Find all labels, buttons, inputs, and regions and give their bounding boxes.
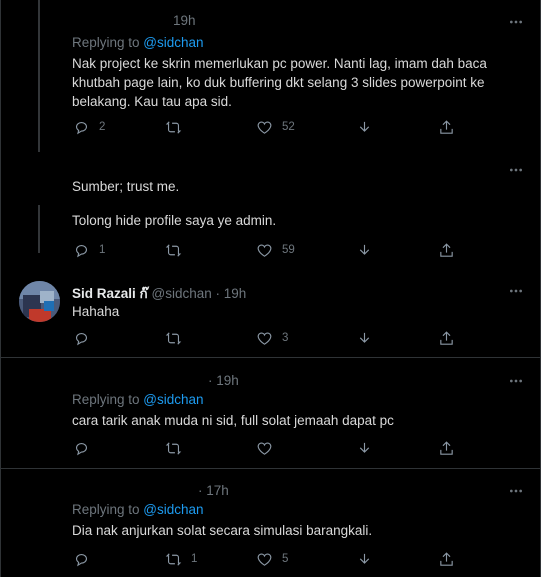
reply-icon: [75, 121, 87, 134]
retweet-count: 1: [191, 553, 198, 565]
like-icon: [257, 121, 272, 134]
like-count: 5: [282, 553, 289, 565]
tweet[interactable]: · 19h Replying to @sidchan cara tarik an…: [1, 358, 540, 468]
retweet-button[interactable]: [165, 238, 191, 262]
tweet[interactable]: 19h Replying to @sidchan Nak project ke …: [1, 0, 540, 160]
replying-handle-link[interactable]: @sidchan: [143, 502, 203, 517]
like-count: 52: [282, 121, 295, 133]
replying-handle-link[interactable]: @sidchan: [143, 35, 203, 50]
replying-label: Replying to: [72, 35, 144, 50]
reply-icon: [75, 553, 87, 566]
like-button[interactable]: 52: [256, 115, 295, 139]
reply-button[interactable]: [73, 436, 99, 460]
handle-time: @sidchan · 19h: [151, 286, 247, 301]
reply-count: 1: [99, 244, 106, 256]
like-button[interactable]: 59: [256, 238, 295, 262]
download-button[interactable]: [356, 326, 373, 350]
tweet-actions: 2 52: [63, 115, 463, 139]
share-button[interactable]: [438, 326, 455, 350]
reply-button[interactable]: 2: [73, 115, 105, 139]
replying-handle-link[interactable]: @sidchan: [143, 392, 203, 407]
more-icon[interactable]: [508, 373, 524, 389]
download-button[interactable]: [356, 115, 373, 139]
tweet-text: cara tarik anak muda ni sid, full solat …: [72, 413, 394, 428]
retweet-icon: [165, 331, 182, 345]
share-icon: [440, 440, 453, 455]
tweet-actions: 1 59: [63, 238, 463, 262]
more-icon[interactable]: [508, 283, 524, 299]
like-icon: [257, 332, 272, 345]
tweet-text: Dia nak anjurkan solat secara simulasi b…: [72, 523, 373, 538]
like-icon: [257, 553, 272, 566]
tweet-header: Sid Razali ก๊ @sidchan · 19h: [72, 282, 246, 304]
download-button[interactable]: [356, 436, 373, 460]
tweet[interactable]: · 17h Replying to @sidchan Dia nak anjur…: [1, 469, 540, 577]
retweet-button[interactable]: 1: [165, 547, 197, 571]
replying-to: Replying to @sidchan: [72, 35, 204, 50]
share-icon: [440, 242, 453, 257]
share-button[interactable]: [438, 547, 455, 571]
reply-button[interactable]: [73, 547, 99, 571]
replying-to: Replying to @sidchan: [72, 502, 204, 517]
share-button[interactable]: [438, 436, 455, 460]
reply-button[interactable]: 1: [73, 238, 105, 262]
download-button[interactable]: [356, 238, 373, 262]
share-icon: [440, 119, 453, 134]
retweet-button[interactable]: [165, 326, 191, 350]
download-icon: [359, 244, 370, 255]
like-count: 59: [282, 244, 295, 256]
reply-count: 2: [99, 121, 106, 133]
share-icon: [440, 551, 453, 566]
tweet-text-line: Sumber; trust me.: [72, 179, 180, 194]
display-name[interactable]: Sid Razali: [72, 286, 136, 301]
retweet-icon: [165, 441, 182, 455]
tweet-time: · 17h: [198, 483, 229, 498]
replying-label: Replying to: [72, 392, 144, 407]
share-button[interactable]: [438, 238, 455, 262]
tweet-actions: 1 5: [63, 547, 463, 571]
tweet-text: Hahaha: [72, 304, 120, 319]
replying-label: Replying to: [72, 502, 144, 517]
avatar[interactable]: [19, 281, 60, 322]
share-icon: [440, 330, 453, 345]
share-button[interactable]: [438, 115, 455, 139]
retweet-button[interactable]: [165, 115, 191, 139]
replying-to: Replying to @sidchan: [72, 392, 204, 407]
like-button[interactable]: 5: [256, 547, 288, 571]
reply-icon: [75, 244, 87, 257]
like-icon: [257, 244, 272, 257]
tweet-text-line: Tolong hide profile saya ye admin.: [72, 213, 277, 228]
tweet[interactable]: Sumber; trust me. Tolong hide profile sa…: [1, 160, 540, 267]
download-icon: [359, 553, 370, 564]
download-icon: [359, 442, 370, 453]
tweet-feed: 19h Replying to @sidchan Nak project ke …: [0, 0, 541, 577]
tweet-text: Nak project ke skrin memerlukan pc power…: [72, 56, 487, 109]
tweet[interactable]: Sid Razali ก๊ @sidchan · 19h Hahaha 3: [1, 267, 540, 357]
like-count: 3: [282, 332, 289, 344]
download-button[interactable]: [356, 547, 373, 571]
retweet-icon: [165, 120, 182, 134]
tweet-time: 19h: [173, 13, 196, 28]
like-button[interactable]: 3: [256, 326, 288, 350]
more-icon[interactable]: [508, 483, 524, 499]
more-icon[interactable]: [508, 14, 524, 30]
download-icon: [359, 332, 370, 343]
tweet-actions: 3: [63, 326, 463, 350]
tweet-time: · 19h: [208, 373, 239, 388]
reply-icon: [75, 442, 87, 455]
like-button[interactable]: [256, 436, 282, 460]
retweet-button[interactable]: [165, 436, 191, 460]
download-icon: [359, 121, 370, 132]
more-icon[interactable]: [508, 162, 524, 178]
retweet-icon: [165, 552, 182, 566]
avatar-image: [19, 281, 60, 322]
like-icon: [257, 442, 272, 455]
display-name-suffix: ก๊: [139, 286, 148, 301]
reply-button[interactable]: [73, 326, 99, 350]
retweet-icon: [165, 243, 182, 257]
tweet-actions: [63, 436, 463, 460]
reply-icon: [75, 332, 87, 345]
